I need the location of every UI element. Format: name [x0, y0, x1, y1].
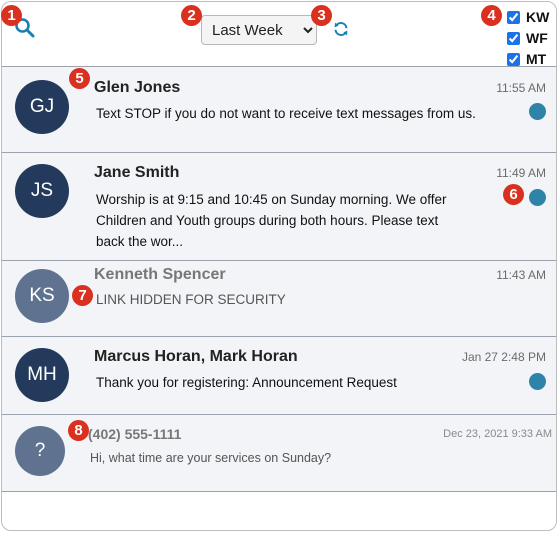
filter-mt-label: MT — [526, 51, 547, 67]
annotation-badge: 8 — [68, 420, 89, 441]
annotation-badge: 2 — [181, 5, 202, 26]
timestamp: Dec 23, 2021 9:33 AM — [443, 428, 552, 440]
filter-wf: WF — [507, 28, 548, 48]
annotation-badge: 1 — [1, 5, 22, 26]
toolbar: Last Week KW WF MT — [2, 2, 556, 67]
message-preview: Hi, what time are your services on Sunda… — [90, 451, 332, 465]
annotation-badge: 4 — [481, 5, 502, 26]
annotation-badge: 7 — [72, 285, 93, 306]
message-preview: Text STOP if you do not want to receive … — [96, 106, 476, 121]
timestamp: 11:49 AM — [496, 166, 546, 180]
timestamp: Jan 27 2:48 PM — [461, 350, 546, 364]
filter-mt-checkbox[interactable] — [507, 52, 520, 66]
unread-indicator — [529, 189, 546, 206]
contact-name: (402) 555-1111 — [88, 426, 182, 442]
message-preview: Worship is at 9:15 and 10:45 on Sunday m… — [96, 192, 447, 249]
filter-wf-checkbox[interactable] — [507, 31, 520, 45]
message-preview: Thank you for registering: Announcement … — [96, 375, 397, 390]
avatar: ? — [15, 426, 65, 476]
filter-kw-label: KW — [526, 9, 550, 25]
unread-indicator — [529, 373, 546, 390]
avatar: KS — [15, 269, 69, 323]
campus-filters: KW WF MT — [507, 7, 550, 70]
avatar: JS — [15, 164, 69, 218]
timestamp: 11:55 AM — [496, 81, 546, 95]
contact-name: Marcus Horan, Mark Horan — [94, 348, 298, 365]
filter-kw-checkbox[interactable] — [507, 10, 520, 24]
filter-kw: KW — [507, 7, 550, 27]
annotation-badge: 5 — [69, 68, 90, 89]
timestamp: 11:43 AM — [496, 268, 546, 282]
refresh-icon[interactable] — [332, 20, 350, 38]
conversation-row[interactable]: MH Marcus Horan, Mark Horan Jan 27 2:48 … — [2, 336, 556, 414]
avatar: MH — [15, 348, 69, 402]
contact-name: Jane Smith — [94, 164, 180, 181]
annotation-badge: 3 — [311, 5, 332, 26]
date-range-select[interactable]: Last Week — [201, 15, 317, 45]
message-preview: LINK HIDDEN FOR SECURITY — [96, 292, 286, 307]
conversation-row[interactable]: JS Jane Smith 11:49 AM Worship is at 9:1… — [2, 152, 556, 260]
filter-wf-label: WF — [526, 30, 548, 46]
avatar: GJ — [15, 80, 69, 134]
unread-indicator — [529, 103, 546, 120]
contact-name: Kenneth Spencer — [94, 266, 226, 283]
annotation-badge: 6 — [503, 184, 524, 205]
contact-name: Glen Jones — [94, 79, 181, 96]
